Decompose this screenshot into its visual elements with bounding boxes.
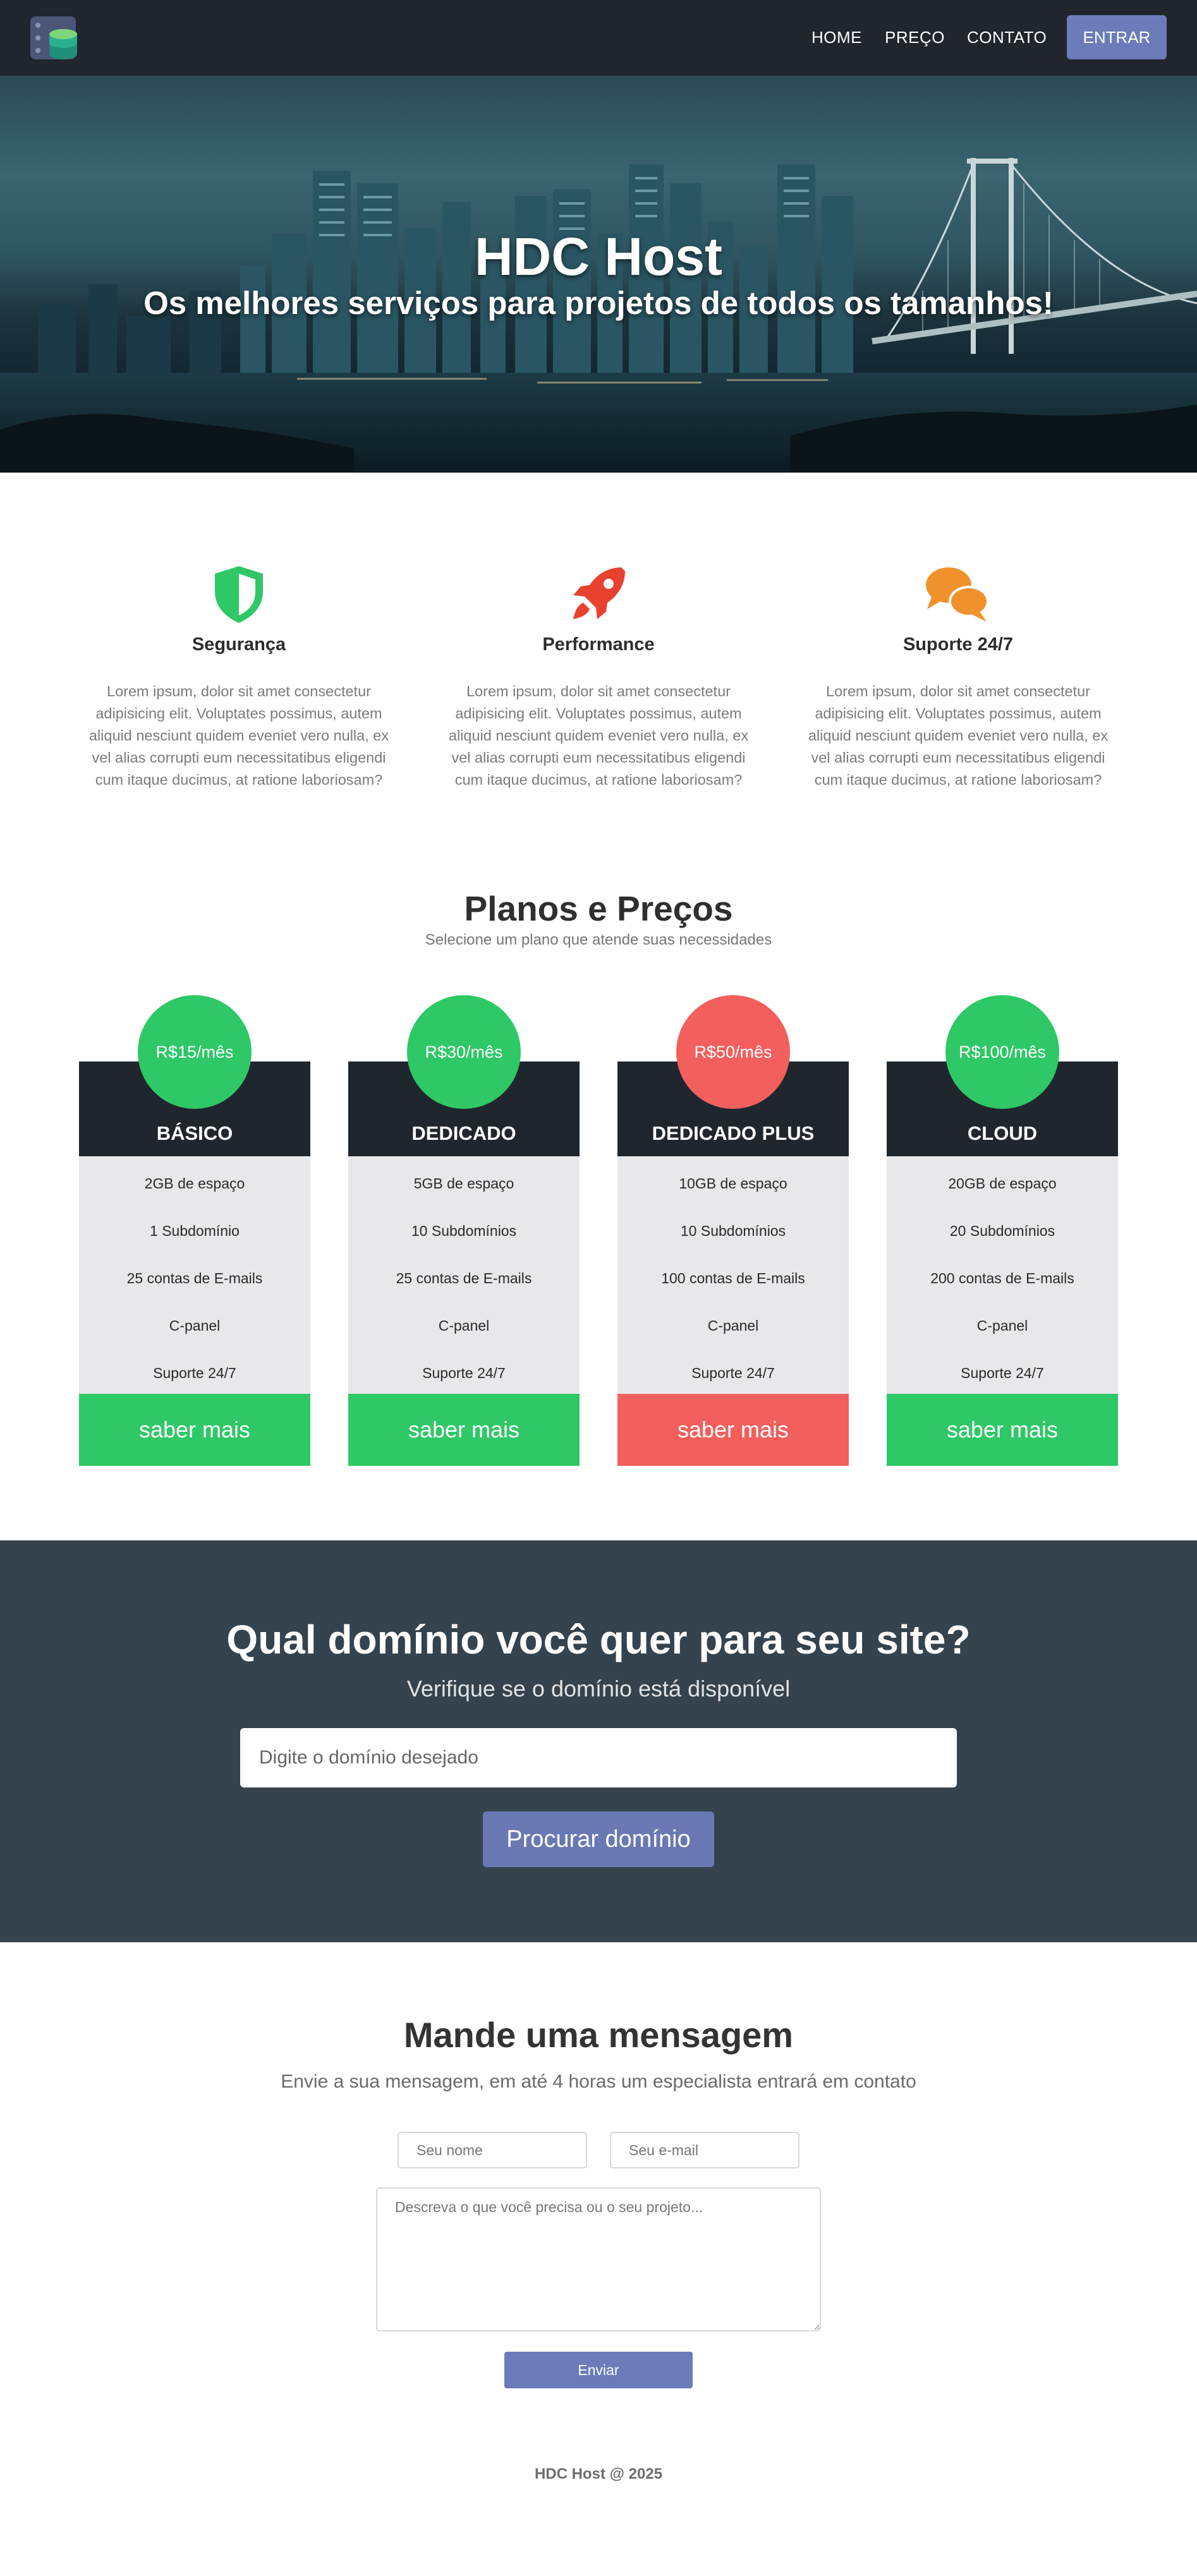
feature-text: Lorem ipsum, dolor sit amet consectetur … xyxy=(448,683,749,788)
plan-features-list: 5GB de espaço 10 Subdomínios 25 contas de … xyxy=(348,1156,580,1394)
send-button[interactable]: Enviar xyxy=(504,2352,693,2388)
plan-card: CLOUD 20GB de espaço 20 Subdomínios 200 con… xyxy=(887,995,1118,1466)
shield-icon xyxy=(215,566,263,623)
nav-home[interactable]: HOME xyxy=(811,28,862,47)
nav-contato[interactable]: CONTATO xyxy=(967,28,1047,47)
plan-feature-item: 1 Subdomínio xyxy=(150,1223,240,1239)
message-field[interactable] xyxy=(376,2187,821,2331)
plan-more-button[interactable]: saber mais xyxy=(79,1394,310,1466)
plan-feature-item: Suporte 24/7 xyxy=(153,1365,236,1381)
plan-feature-item: 25 contas de E-mails xyxy=(396,1270,532,1286)
plan-card: DEDICADO 5GB de espaço 10 Subdomínios 25 co… xyxy=(348,995,580,1466)
plan-name: CLOUD xyxy=(967,1122,1038,1144)
nav-preco[interactable]: PREÇO xyxy=(885,28,945,47)
feature-text: Lorem ipsum, dolor sit amet consectetur … xyxy=(808,683,1109,788)
plan-price-badge: R$30/mês xyxy=(407,995,521,1109)
search-domain-button[interactable]: Procurar domínio xyxy=(483,1811,714,1867)
hero-title: HDC Host xyxy=(475,227,722,286)
plan-feature-item: 2GB de espaço xyxy=(144,1175,245,1192)
contact-title: Mande uma mensagem xyxy=(403,2015,794,2055)
plan-feature-item: 5GB de espaço xyxy=(413,1175,514,1192)
plan-price-badge: R$15/mês xyxy=(138,995,252,1109)
rocket-icon xyxy=(573,567,625,619)
plan-more-button[interactable]: saber mais xyxy=(887,1394,1118,1466)
plan-price-badge: R$50/mês xyxy=(676,995,790,1109)
plan-feature-item: Suporte 24/7 xyxy=(961,1365,1044,1381)
plan-price-badge: R$100/mês xyxy=(945,995,1059,1109)
feature-seguranca: Segurança Lorem ipsum, dolor sit amet co… xyxy=(81,562,397,791)
domain-search-input[interactable] xyxy=(240,1728,957,1787)
plan-more-button[interactable]: saber mais xyxy=(348,1394,580,1466)
domain-title: Qual domínio você quer para seu site? xyxy=(226,1617,971,1662)
plan-feature-item: 10 Subdomínios xyxy=(411,1223,517,1239)
login-button[interactable]: ENTRAR xyxy=(1067,15,1167,59)
plan-features-list: 2GB de espaço 1 Subdomínio 25 contas de E-… xyxy=(79,1156,310,1394)
server-database-icon[interactable] xyxy=(29,14,78,62)
plan-feature-item: Suporte 24/7 xyxy=(422,1365,506,1381)
feature-title: Suporte 24/7 xyxy=(902,634,1014,655)
plan-feature-item: 10GB de espaço xyxy=(679,1175,787,1192)
feature-title: Performance xyxy=(542,634,655,655)
domain-section: Qual domínio você quer para seu site? Ve… xyxy=(0,1540,1197,1942)
hero-banner: HDC Host Os melhores serviços para proje… xyxy=(0,76,1197,473)
plan-features-list: 10GB de espaço 10 Subdomínios 100 contas d… xyxy=(617,1156,849,1394)
hero-subtitle: Os melhores serviços para projetos de to… xyxy=(143,285,1054,321)
feature-suporte: Suporte 24/7 Lorem ipsum, dolor sit amet… xyxy=(800,562,1116,791)
plan-feature-item: 10 Subdomínios xyxy=(680,1223,786,1239)
plan-feature-item: C-panel xyxy=(438,1317,490,1334)
plan-feature-item: C-panel xyxy=(169,1317,221,1334)
plan-feature-item: Suporte 24/7 xyxy=(691,1365,775,1381)
plans-subtitle: Selecione um plano que atende suas neces… xyxy=(425,931,772,948)
email-field[interactable] xyxy=(610,2132,799,2168)
plan-feature-item: C-panel xyxy=(707,1317,759,1334)
plan-name: DEDICADO PLUS xyxy=(652,1122,815,1144)
plan-feature-item: C-panel xyxy=(976,1317,1028,1334)
plan-features-list: 20GB de espaço 20 Subdomínios 200 contas d… xyxy=(887,1156,1118,1394)
plan-name: BÁSICO xyxy=(156,1122,233,1144)
plan-feature-item: 25 contas de E-mails xyxy=(126,1270,263,1286)
plan-card: DEDICADO PLUS 10GB de espaço 10 Subdomínio… xyxy=(617,995,849,1466)
plan-more-button[interactable]: saber mais xyxy=(617,1394,849,1466)
chat-bubbles-icon xyxy=(926,567,989,622)
footer-text: HDC Host @ 2025 xyxy=(534,2465,663,2482)
plan-card: BÁSICO 2GB de espaço 1 Subdomínio 25 contas… xyxy=(79,995,310,1466)
plan-feature-item: 100 contas de E-mails xyxy=(661,1270,805,1286)
plan-name: DEDICADO xyxy=(411,1122,516,1144)
plan-feature-item: 200 contas de E-mails xyxy=(930,1270,1074,1286)
navbar: HOME PREÇO CONTATO ENTRAR xyxy=(0,0,1197,76)
plans-title: Planos e Preços xyxy=(464,889,733,928)
plan-feature-item: 20 Subdomínios xyxy=(949,1223,1055,1239)
contact-subtitle: Envie a sua mensagem, em até 4 horas um … xyxy=(281,2071,916,2092)
feature-text: Lorem ipsum, dolor sit amet consectetur … xyxy=(88,683,389,788)
domain-subtitle: Verifique se o domínio está disponível xyxy=(406,1676,791,1702)
feature-performance: Performance Lorem ipsum, dolor sit amet … xyxy=(441,562,756,791)
plan-feature-item: 20GB de espaço xyxy=(948,1175,1057,1192)
feature-title: Segurança xyxy=(191,634,286,655)
name-field[interactable] xyxy=(398,2132,587,2168)
